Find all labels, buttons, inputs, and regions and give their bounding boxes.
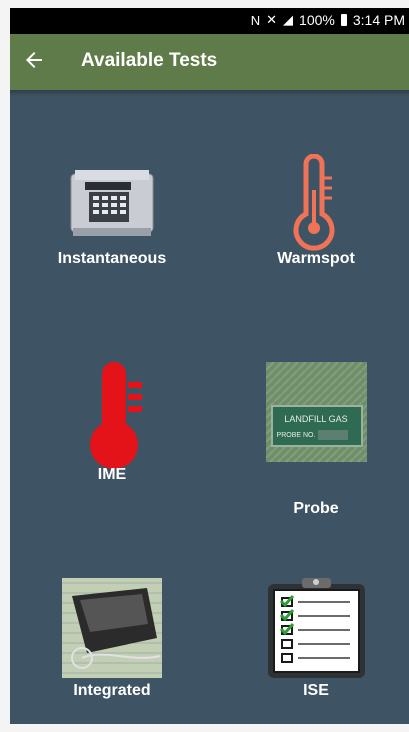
battery-percent: 100% <box>299 12 335 28</box>
battery-icon <box>340 14 347 26</box>
clock: 3:14 PM <box>352 12 405 28</box>
thermometer-outline-icon <box>293 154 335 251</box>
test-label-ise: ISE <box>303 682 329 699</box>
app-bar: Available Tests <box>10 34 409 90</box>
thermometer-filled-icon <box>90 362 142 469</box>
test-label-integrated: Integrated <box>73 682 151 699</box>
status-icons: N ✕ ◢ 100% 3:14 PM <box>251 12 405 28</box>
test-label-instantaneous: Instantaneous <box>57 250 167 267</box>
test-label-ime: IME <box>97 466 127 483</box>
phone-screen: N ✕ ◢ 100% 3:14 PM Available Tests Insta… <box>10 8 409 724</box>
test-label-probe: Probe <box>293 500 339 517</box>
status-bar: N ✕ ◢ 100% 3:14 PM <box>10 8 409 34</box>
integrated-sampler-photo <box>62 578 162 678</box>
test-label-warmspot: Warmspot <box>277 250 355 267</box>
nfc-icon: N <box>250 12 261 28</box>
app-bar-shadow <box>10 90 409 96</box>
signal-icon: ◢ <box>283 12 294 27</box>
landfill-gas-probe-photo: LANDFILL GAS PROBE NO. <box>266 362 367 462</box>
arrow-left-icon[interactable] <box>22 48 46 72</box>
mute-icon: ✕ <box>266 12 278 27</box>
gas-monitor-device-icon <box>70 170 154 236</box>
probe-plate-text-2: PROBE NO. <box>277 432 316 439</box>
checklist-clipboard-icon <box>268 578 365 678</box>
page-title: Available Tests <box>81 50 218 71</box>
probe-plate-text-1: LANDFILL GAS <box>284 414 347 424</box>
